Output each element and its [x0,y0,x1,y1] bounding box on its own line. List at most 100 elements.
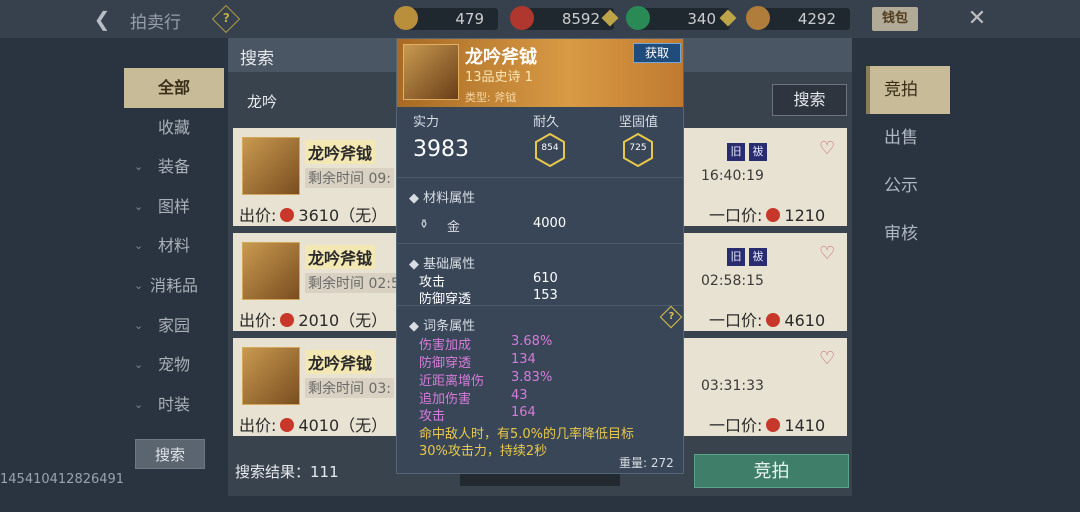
item-name: 龙吟斧钺 [305,245,376,269]
item-grade: 13品史诗 1 [465,70,533,85]
category-all[interactable]: 全部 [124,68,224,108]
favorite-icon[interactable]: ♡ [819,138,835,159]
acquire-button[interactable]: 获取 [633,43,681,63]
affix-title: ◆ 词条属性 [409,319,476,334]
favorite-icon[interactable]: ♡ [819,348,835,369]
buyout-price: 一口价: 1210 [709,206,826,225]
affix-value: 3.83% [511,370,553,385]
category-fashion[interactable]: ⌄ 时装 [124,385,224,425]
metal-icon: ⚱ [419,217,430,231]
buyout-price: 一口价: 4610 [709,311,826,330]
durability-hex-icon: 854 [535,132,565,168]
tab-sell[interactable]: 出售 [866,114,950,162]
item-type: 类型: 斧钺 [465,91,517,104]
coin-icon [280,208,295,222]
coin-icon [280,418,295,432]
item-name: 龙吟斧钺 [305,350,376,374]
bid-price: 出价: 2010（无） [239,311,388,330]
bid-price: 出价: 3610（无） [239,206,388,225]
bid-button[interactable]: 竞拍 [694,454,849,488]
axe-icon [242,242,300,300]
item-header: 龙吟斧钺 13品史诗 1 类型: 斧钺 获取 [397,39,683,107]
affix-name: 近距离增伤 [419,374,485,389]
tab-publicity[interactable]: 公示 [866,162,950,210]
right-tabs: 竞拍 出售 公示 审核 [866,66,950,258]
category-patterns[interactable]: ⌄ 图样 [124,187,224,227]
axe-icon [242,137,300,195]
search-keyword[interactable]: 龙吟 [247,91,277,112]
category-pets[interactable]: ⌄ 宠物 [124,345,224,385]
currency-3: 340 [626,6,730,30]
end-time: 02:58:15 [701,273,764,289]
affix-value: 134 [511,352,536,367]
coin-icon [280,313,295,327]
search-button[interactable]: 搜索 [772,84,847,116]
help-icon[interactable]: ? [211,4,241,34]
affix-value: 164 [511,405,536,420]
sturdiness-hex-icon: 725 [623,132,653,168]
tab-bid[interactable]: 竞拍 [866,66,950,114]
affix-name: 攻击 [419,409,446,424]
coin-icon [766,208,781,222]
chevron-down-icon: ⌄ [134,318,144,332]
search-result-count: 搜索结果：111 [235,463,339,481]
chevron-down-icon: ⌄ [134,160,144,174]
back-button[interactable]: ❮ [88,6,116,32]
category-consumables[interactable]: ⌄ 消耗品 [124,266,224,306]
base-stat-value: 153 [533,288,558,303]
material-title: ◆ 材料属性 [409,191,476,206]
durability-label: 耐久 [533,115,560,130]
player-uid: 145410412826491 [0,472,125,487]
coin-icon [766,313,781,327]
affix-name: 防御穿透 [419,356,472,371]
category-favorites[interactable]: 收藏 [124,108,224,148]
buyout-price: 一口价: 1410 [709,416,826,435]
remaining-time: 剩余时间 09: [305,168,394,188]
axe-icon [242,347,300,405]
currency-1: 479 [394,6,498,30]
chevron-down-icon: ⌄ [134,278,144,292]
item-tags: 旧祓 [723,140,767,161]
chevron-down-icon: ⌄ [134,239,144,253]
remaining-time: 剩余时间 03: [305,378,394,398]
item-name: 龙吟斧钺 [305,140,376,164]
tab-review[interactable]: 审核 [866,210,950,258]
coin-icon [766,418,781,432]
wallet-button[interactable]: 钱包 [872,7,918,31]
end-time: 03:31:33 [701,378,764,394]
material-value: 4000 [533,216,567,231]
base-stat-value: 610 [533,271,558,286]
currency-4: 4292 [746,6,850,30]
power-value: 3983 [413,137,469,162]
end-time: 16:40:19 [701,168,764,184]
material-section [397,177,683,178]
bid-price: 出价: 4010（无） [239,416,388,435]
nav-search-button[interactable]: 搜索 [135,439,205,469]
remaining-time: 剩余时间 02:5 [305,273,403,293]
category-nav: 全部 收藏 ⌄ 装备 ⌄ 图样 ⌄ 材料 ⌄ 消耗品 ⌄ 家园 ⌄ 宠物 ⌄ 时装 [124,68,224,428]
top-bar: ❮ 拍卖行 ? 479 8592 340 4292 钱包 ✕ [0,0,1080,38]
favorite-icon[interactable]: ♡ [819,243,835,264]
affix-value: 3.68% [511,334,553,349]
item-weight: 重量: 272 [619,456,674,470]
base-title: ◆ 基础属性 [409,257,476,272]
category-materials[interactable]: ⌄ 材料 [124,226,224,266]
category-home[interactable]: ⌄ 家园 [124,306,224,346]
chevron-down-icon: ⌄ [134,397,144,411]
page-title: 拍卖行 [130,13,181,33]
axe-icon [403,44,459,100]
base-section [397,243,683,244]
chevron-down-icon: ⌄ [134,199,144,213]
affix-name: 伤害加成 [419,338,472,353]
power-label: 实力 [413,115,440,130]
currency-2: 8592 [510,6,614,30]
close-icon[interactable]: ✕ [962,4,992,34]
help-icon[interactable]: ? [659,305,683,329]
item-tooltip: 龙吟斧钺 13品史诗 1 类型: 斧钺 获取 实力 耐久 坚固值 3983 85… [396,38,684,474]
category-equipment[interactable]: ⌄ 装备 [124,147,224,187]
affix-section [397,305,683,306]
chevron-down-icon: ⌄ [134,358,144,372]
effect-text: 30%攻击力，持续2秒 [419,444,548,459]
item-tags: 旧祓 [723,245,767,266]
sturdiness-label: 坚固值 [619,115,659,130]
